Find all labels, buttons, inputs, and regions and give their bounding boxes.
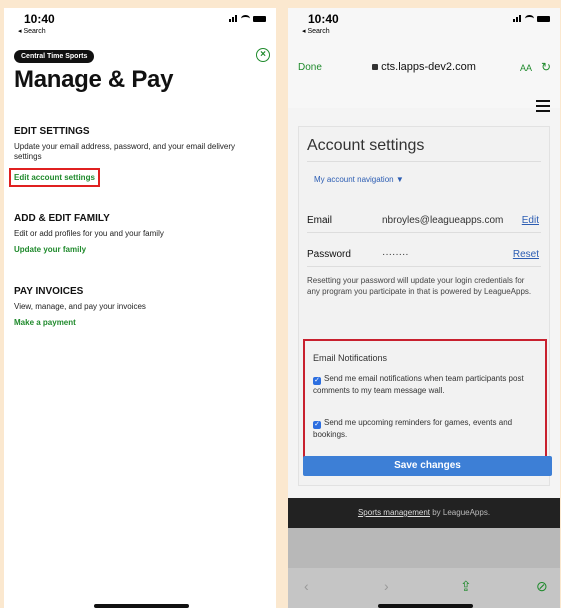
battery-icon xyxy=(537,15,550,22)
reset-password-link[interactable]: Reset xyxy=(513,249,539,260)
forward-arrow-icon[interactable]: › xyxy=(384,578,389,594)
email-notifications-section: Email Notifications ✓ Send me email notif… xyxy=(303,339,547,459)
section-description: Edit or add profiles for you and your fa… xyxy=(14,229,164,238)
share-icon[interactable]: ⇪ xyxy=(460,578,472,595)
account-settings-card: Account settings My account navigation ▼… xyxy=(298,126,550,486)
back-arrow-icon[interactable]: ‹ xyxy=(304,578,309,594)
page-title: Manage & Pay xyxy=(14,66,174,93)
text-size-button[interactable]: AA xyxy=(520,63,532,73)
page-bottom xyxy=(288,528,560,568)
email-row: Email nbroyles@leagueapps.com Edit xyxy=(307,207,541,233)
hamburger-menu-icon[interactable] xyxy=(536,100,550,115)
status-bar: 10:40 ◂ Search xyxy=(288,8,560,38)
make-payment-link[interactable]: Make a payment xyxy=(14,318,76,327)
left-phone-screen: 10:40 ◂ Search Central Time Sports × Man… xyxy=(4,8,276,608)
card-title: Account settings xyxy=(307,137,425,154)
option-text: Send me email notifications when team pa… xyxy=(313,374,524,395)
section-heading: PAY INVOICES xyxy=(14,286,84,297)
signal-icon xyxy=(229,15,238,22)
password-row: Password ········ Reset xyxy=(307,241,541,267)
update-family-link[interactable]: Update your family xyxy=(14,245,86,254)
edit-account-settings-link[interactable]: Edit account settings xyxy=(9,168,100,187)
back-to-search-link[interactable]: ◂ Search xyxy=(302,27,330,35)
notifications-title: Email Notifications xyxy=(313,353,388,363)
url-text: cts.lapps-dev2.com xyxy=(381,61,476,73)
signal-icon xyxy=(513,15,522,22)
password-label: Password xyxy=(307,249,351,260)
section-pay-invoices: PAY INVOICES View, manage, and pay your … xyxy=(14,286,262,330)
checkbox-checked-icon[interactable]: ✓ xyxy=(313,377,321,385)
wifi-icon xyxy=(525,15,534,22)
section-heading: ADD & EDIT FAMILY xyxy=(14,213,110,224)
footer-suffix: by LeagueApps. xyxy=(430,508,491,517)
status-icons xyxy=(229,15,266,22)
lock-icon xyxy=(372,64,379,70)
password-value: ········ xyxy=(382,249,409,260)
option-text: Send me upcoming reminders for games, ev… xyxy=(313,418,513,439)
account-navigation-dropdown[interactable]: My account navigation ▼ xyxy=(314,175,404,184)
save-changes-button[interactable]: Save changes xyxy=(303,456,552,476)
browser-bar: Done cts.lapps-dev2.com AA ↻ xyxy=(288,38,560,108)
section-edit-settings: EDIT SETTINGS Update your email address,… xyxy=(9,126,262,187)
page-footer: Sports management by LeagueApps. xyxy=(288,498,560,528)
email-value: nbroyles@leagueapps.com xyxy=(382,215,504,226)
notification-option-comments[interactable]: ✓ Send me email notifications when team p… xyxy=(313,373,537,397)
status-time: 10:40 xyxy=(308,12,339,26)
status-bar: 10:40 ◂ Search xyxy=(4,8,276,38)
reload-icon[interactable]: ↻ xyxy=(541,60,551,74)
section-description: View, manage, and pay your invoices xyxy=(14,302,146,311)
divider xyxy=(307,161,541,162)
edit-email-link[interactable]: Edit xyxy=(522,215,539,226)
close-icon[interactable]: × xyxy=(256,48,270,62)
notification-option-reminders[interactable]: ✓ Send me upcoming reminders for games, e… xyxy=(313,417,537,441)
home-indicator xyxy=(94,604,189,608)
status-time: 10:40 xyxy=(24,12,55,26)
home-indicator xyxy=(378,604,473,608)
battery-icon xyxy=(253,15,266,22)
back-to-search-link[interactable]: ◂ Search xyxy=(18,27,46,35)
section-description: Update your email address, password, and… xyxy=(14,142,235,161)
reset-password-note: Resetting your password will update your… xyxy=(307,276,532,296)
right-phone-screen: 10:40 ◂ Search Done cts.lapps-dev2.com A… xyxy=(288,8,560,608)
sports-management-link[interactable]: Sports management xyxy=(358,508,430,517)
browser-toolbar: ‹ › ⇪ ⊘ xyxy=(288,568,560,608)
compass-icon[interactable]: ⊘ xyxy=(536,578,548,595)
section-heading: EDIT SETTINGS xyxy=(14,126,90,137)
brand-badge: Central Time Sports xyxy=(14,50,95,63)
email-label: Email xyxy=(307,215,333,226)
wifi-icon xyxy=(241,15,250,22)
section-add-edit-family: ADD & EDIT FAMILY Edit or add profiles f… xyxy=(14,213,262,257)
checkbox-checked-icon[interactable]: ✓ xyxy=(313,421,321,429)
status-icons xyxy=(513,15,550,22)
